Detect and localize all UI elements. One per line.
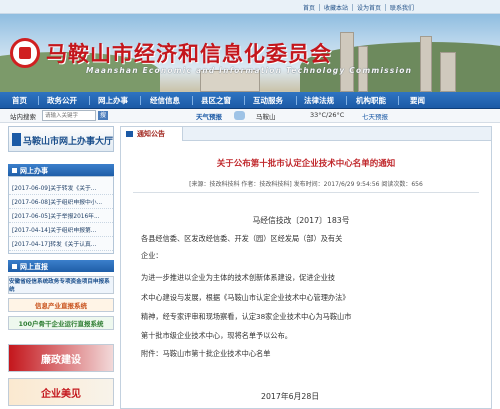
online-hall-title: 马鞍山市网上办事大厅	[23, 137, 114, 147]
nav-item-gov-info[interactable]: 政务公开	[47, 92, 77, 109]
weather-label: 天气预报	[196, 113, 222, 121]
list-item[interactable]: [2017-06-05]关于举报2016年...	[9, 209, 113, 223]
nav-item-law[interactable]: 法律法规	[304, 92, 334, 109]
article-line: 企业：	[141, 251, 163, 260]
tab-notices[interactable]: 通知公告	[121, 127, 183, 141]
weather-cloud-icon	[234, 111, 245, 120]
article-date: 2017年6月28日	[261, 392, 320, 401]
site-banner: 马鞍山市经济和信息化委员会 Maanshan Economic and Info…	[0, 14, 500, 92]
promo-fund-system[interactable]: 安徽省经信系统政务专项资金项目申报系统	[8, 276, 114, 294]
promo-key-enterprise[interactable]: 100户骨干企业运行直报系统	[8, 316, 114, 330]
top-link-contact[interactable]: 联系我们	[386, 3, 418, 12]
direct-report-title: 网上直报	[20, 263, 48, 271]
banner-building	[440, 52, 456, 92]
search-label: 站内搜索	[10, 113, 36, 121]
top-link-favorite[interactable]: 收藏本站	[320, 3, 352, 12]
divider	[398, 96, 399, 105]
top-link-set-homepage[interactable]: 设为首页	[353, 3, 385, 12]
search-input[interactable]	[42, 110, 96, 121]
site-logo-icon	[10, 38, 40, 68]
banner-building	[420, 36, 432, 92]
bullet-icon	[12, 168, 17, 173]
search-weather-bar: 站内搜索 搜 天气预报 马鞍山 33°C/26°C 七天预报	[0, 109, 500, 123]
promo-enterprise-label: 企业美见	[41, 388, 81, 400]
nav-item-county[interactable]: 县区之窗	[201, 92, 231, 109]
article-title: 关于公布第十批市认定企业技术中心名单的通知	[216, 159, 396, 169]
list-item[interactable]: [2017-04-14]关于组织申报第...	[9, 223, 113, 237]
list-item[interactable]: [2017-06-09]关于转发《关于...	[9, 181, 113, 195]
article-panel: 通知公告 关于公布第十批市认定企业技术中心名单的通知 [来源：技改科技科 作者：…	[120, 126, 492, 409]
online-hall-banner[interactable]: 马鞍山市网上办事大厅	[8, 126, 114, 152]
doc-number: 马经信技改〔2017〕183号	[252, 216, 350, 225]
promo-integrity-label: 廉政建设	[41, 354, 81, 366]
divider	[89, 96, 90, 105]
article-tab-bar: 通知公告	[121, 127, 491, 141]
article-line: 精神，经专家评审和现场察看，认定38家企业技术中心为马鞍山市	[141, 312, 352, 321]
divider	[38, 96, 39, 105]
article-line: 术中心建设与发展，根据《马鞍山市认定企业技术中心管理办法》	[141, 293, 350, 302]
list-item[interactable]: [2017-04-17]转发《关于认真...	[9, 237, 113, 251]
divider	[346, 96, 347, 105]
left-sidebar: 马鞍山市网上办事大厅 网上办事 [2017-06-09]关于转发《关于... […	[8, 126, 114, 409]
weather-temp: 33°C/26°C	[310, 111, 345, 119]
divider	[192, 96, 193, 105]
nav-item-home[interactable]: 首页	[12, 92, 27, 109]
site-subtitle: Maanshan Economic and Information Techno…	[86, 66, 413, 75]
list-item[interactable]: [2017-06-08]关于组织申报中小...	[9, 195, 113, 209]
article-meta: [来源：技改科技科 作者：技改科技科] 发布时间：2017/6/29 9:54:…	[189, 181, 423, 188]
online-services-title: 网上办事	[20, 167, 48, 175]
top-link-home[interactable]: 首页	[299, 3, 319, 12]
promo-integrity[interactable]: 廉政建设	[8, 344, 114, 372]
promo-info-industry[interactable]: 信息产业直报系统	[8, 298, 114, 312]
article-attachment[interactable]: 附件：马鞍山市第十批企业技术中心名单	[141, 346, 481, 361]
promo-enterprise[interactable]: 企业美见	[8, 378, 114, 406]
nav-item-online[interactable]: 网上办事	[98, 92, 128, 109]
main-nav: 首页 政务公开 网上办事 经信信息 县区之窗 互动服务 法律法规 机构职能 要闻	[0, 92, 500, 109]
bullet-icon	[12, 264, 17, 269]
weather-forecast-link[interactable]: 七天预报	[362, 111, 388, 121]
article-line: 第十批市级企业技术中心，现将名单予以公布。	[141, 331, 292, 340]
top-links-bar: 首页 收藏本站 设为首页 联系我们	[0, 0, 500, 14]
search-button[interactable]: 搜	[98, 111, 108, 120]
weather-city: 马鞍山	[256, 113, 276, 121]
online-news-list: [2017-06-09]关于转发《关于... [2017-06-08]关于组织申…	[9, 177, 113, 251]
banner-building	[340, 32, 354, 92]
online-services-box: [2017-06-09]关于转发《关于... [2017-06-08]关于组织申…	[8, 176, 114, 254]
site-title: 马鞍山市经济和信息化委员会	[46, 41, 332, 66]
online-services-header: 网上办事	[8, 164, 114, 176]
divider	[244, 96, 245, 105]
direct-report-header: 网上直报	[8, 260, 114, 272]
divider	[140, 96, 141, 105]
article-line: 为进一步推进以企业为主体的技术创新体系建设，促进企业技	[141, 273, 336, 282]
nav-item-headlines[interactable]: 要闻	[410, 92, 425, 109]
nav-item-interaction[interactable]: 互动服务	[253, 92, 283, 109]
nav-item-news[interactable]: 经信信息	[150, 92, 180, 109]
nav-item-org[interactable]: 机构职能	[356, 92, 386, 109]
divider	[133, 192, 479, 193]
hall-icon	[12, 133, 21, 146]
article-line: 各县经信委、区发改经信委、开发（园）区经发局（部）及有关	[141, 234, 343, 243]
divider	[296, 96, 297, 105]
